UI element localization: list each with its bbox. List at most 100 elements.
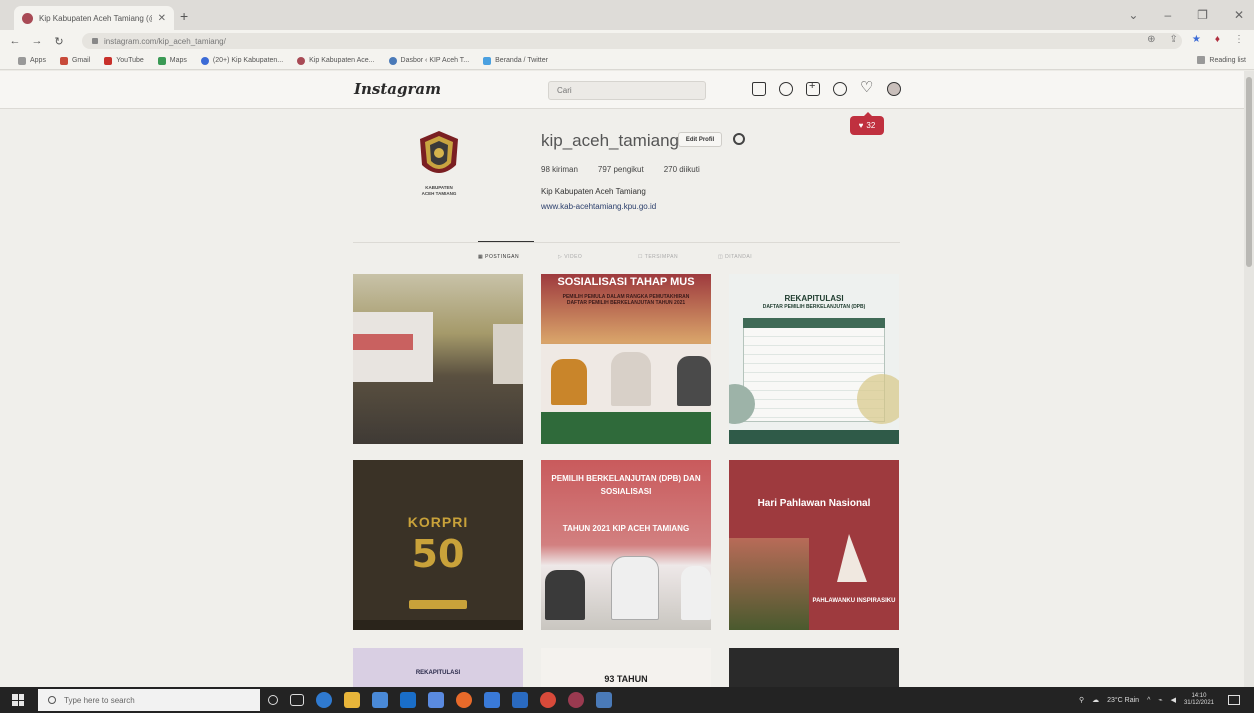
person-shape (551, 359, 587, 405)
profile-full-name: Kip Kabupaten Aceh Tamiang (541, 187, 646, 196)
task-view-icon[interactable] (290, 694, 304, 706)
taskbar-clock[interactable]: 14:10 31/12/2021 (1184, 693, 1214, 707)
firefox-icon[interactable] (456, 692, 472, 708)
posts-count: 98 kiriman (541, 165, 578, 174)
followers-count[interactable]: 797 pengikut (598, 165, 644, 174)
page-scrollbar[interactable] (1244, 71, 1254, 687)
post-korpri-50[interactable]: KORPRI 50 (353, 460, 523, 630)
bookmarks-bar: Apps Gmail YouTube Maps (20+) Kip Kabupa… (0, 52, 1254, 70)
profile-website-link[interactable]: www.kab-acehtamiang.kpu.go.id (541, 202, 656, 211)
bookmark-star-icon[interactable]: ★ (1192, 34, 1201, 45)
zoom-icon[interactable]: ⊕ (1147, 34, 1155, 45)
post-rekapitulasi-dpb[interactable]: REKAPITULASI DAFTAR PEMILIH BERKELANJUTA… (729, 274, 899, 444)
maximize-button[interactable]: ❐ (1197, 8, 1208, 22)
taskbar-search-input[interactable]: Type here to search (38, 689, 260, 711)
tab-posts[interactable]: ▦ POSTINGAN (478, 254, 558, 260)
maps-icon (157, 56, 166, 65)
edge-icon[interactable] (316, 692, 332, 708)
menu-kebab-icon[interactable]: ⋮ (1234, 34, 1244, 45)
store-icon[interactable] (372, 692, 388, 708)
tab-close-icon[interactable]: ✕ (158, 13, 166, 24)
post-sosialisasi[interactable]: SOSIALISASI TAHAP MUS PEMILIH PEMULA DAL… (541, 274, 711, 444)
post-meeting-photo[interactable] (353, 274, 523, 444)
post-rekapitulasi-2[interactable]: REKAPITULASI (353, 648, 523, 687)
scrollbar-thumb[interactable] (1246, 77, 1252, 267)
settings-gear-icon[interactable] (733, 133, 745, 145)
extension-icon[interactable]: ♦ (1215, 34, 1220, 45)
bookmark-gmail[interactable]: Gmail (59, 56, 90, 65)
bookmark-maps[interactable]: Maps (157, 56, 187, 65)
reload-icon[interactable]: ↻ (52, 35, 66, 48)
heart-icon: ♥ (858, 121, 864, 130)
post-93-tahun[interactable]: 93 TAHUN (541, 648, 711, 687)
bookmark-youtube[interactable]: YouTube (104, 56, 144, 65)
bookmark-facebook[interactable]: (20+) Kip Kabupaten... (200, 56, 283, 65)
file-explorer-icon[interactable] (344, 692, 360, 708)
instagram-nav (752, 78, 901, 96)
messenger-icon[interactable] (779, 82, 793, 96)
decor-circle-shape (857, 374, 899, 424)
post-dpb-sosialisasi[interactable]: PEMILIH BERKELANJUTAN (DPB) DAN SOSIALIS… (541, 460, 711, 630)
person-shape (545, 570, 585, 620)
new-post-icon[interactable] (806, 80, 820, 96)
dropbox-icon[interactable] (400, 692, 416, 708)
tab-video[interactable]: ▷ VIDEO (558, 254, 638, 260)
close-window-button[interactable]: ✕ (1234, 8, 1244, 22)
profile-username: kip_aceh_tamiang (541, 131, 679, 150)
mail-icon[interactable] (428, 692, 444, 708)
url-input[interactable]: instagram.com/kip_aceh_tamiang/ (82, 33, 1182, 49)
address-bar-actions: ⊕ ⇪ ★ ♦ ⋮ (1147, 34, 1244, 45)
tray-chevron-icon[interactable]: ^ (1147, 697, 1150, 704)
minimize-button[interactable]: – (1164, 8, 1171, 22)
bookmark-twitter[interactable]: Beranda / Twitter (483, 56, 548, 65)
home-icon[interactable] (752, 82, 766, 96)
explore-icon[interactable] (833, 82, 847, 96)
search-input[interactable] (548, 81, 706, 100)
edit-profile-button[interactable]: Edit Profil (678, 132, 722, 147)
tab-search-button[interactable]: ⌄ (1128, 8, 1138, 22)
word-icon[interactable] (484, 692, 500, 708)
active-tab-indicator (478, 241, 534, 242)
url-text: instagram.com/kip_aceh_tamiang/ (104, 36, 226, 46)
windows-start-icon[interactable] (12, 694, 24, 706)
zoom-app-icon[interactable] (512, 692, 528, 708)
weather-text[interactable]: 23°C Rain (1107, 697, 1139, 704)
twitter-icon (483, 56, 492, 65)
browser-tab-active[interactable]: Kip Kabupaten Aceh Tamiang (@ ✕ (14, 6, 174, 30)
chrome-profile-icon[interactable] (568, 692, 584, 708)
back-arrow-icon[interactable]: ← (8, 35, 22, 47)
post-hari-pahlawan[interactable]: Hari Pahlawan Nasional PAHLAWANKU INSPIR… (729, 460, 899, 630)
tab-tagged[interactable]: ◫ DITANDAI (718, 254, 798, 260)
forward-arrow-icon[interactable]: → (30, 35, 44, 47)
reading-list-button[interactable]: Reading list (1197, 56, 1246, 64)
reading-list-icon (1197, 56, 1206, 64)
network-icon[interactable]: ⌁ (1158, 696, 1162, 704)
share-icon[interactable]: ⇪ (1170, 34, 1178, 45)
profile-tabs: ▦ POSTINGAN ▷ VIDEO ☐ TERSIMPAN ◫ DITAND… (478, 254, 798, 260)
window-controls: ⌄ – ❐ ✕ (1128, 8, 1244, 22)
chrome-icon[interactable] (540, 692, 556, 708)
windows-taskbar: Type here to search ⚲ ☁ 23°C Rain ^ ⌁ ◀ … (0, 687, 1254, 713)
notification-badge[interactable]: ♥ 32 (850, 112, 884, 135)
profile-picture[interactable]: KABUPATEN ACEH TAMIANG (408, 129, 470, 209)
profile-avatar-icon[interactable] (887, 82, 901, 96)
new-tab-button[interactable]: + (180, 8, 188, 24)
instagram-logo[interactable]: Instagram (354, 80, 441, 98)
post-dark[interactable] (729, 648, 899, 687)
tab-saved[interactable]: ☐ TERSIMPAN (638, 254, 718, 260)
bookmark-apps[interactable]: Apps (18, 56, 46, 65)
activity-heart-icon[interactable] (860, 78, 874, 96)
action-center-icon[interactable] (1228, 695, 1240, 705)
facebook-icon (200, 56, 209, 65)
volume-icon[interactable]: ◀ (1171, 696, 1176, 704)
table-shape (541, 412, 711, 444)
bookmark-dasbor[interactable]: Dasbor ‹ KIP Aceh T... (388, 56, 469, 65)
cortana-icon[interactable] (268, 695, 278, 705)
browser-tabstrip: Kip Kabupaten Aceh Tamiang (@ ✕ + ⌄ – ❐ … (0, 0, 1254, 30)
bookmark-instagram[interactable]: Kip Kabupaten Ace... (297, 56, 375, 65)
photos-icon[interactable] (596, 692, 612, 708)
person-icon[interactable]: ⚲ (1079, 696, 1084, 704)
address-bar-row: ← → ↻ instagram.com/kip_aceh_tamiang/ ⊕ … (0, 30, 1254, 52)
following-count[interactable]: 270 diikuti (664, 165, 700, 174)
weather-icon[interactable]: ☁ (1092, 696, 1099, 704)
